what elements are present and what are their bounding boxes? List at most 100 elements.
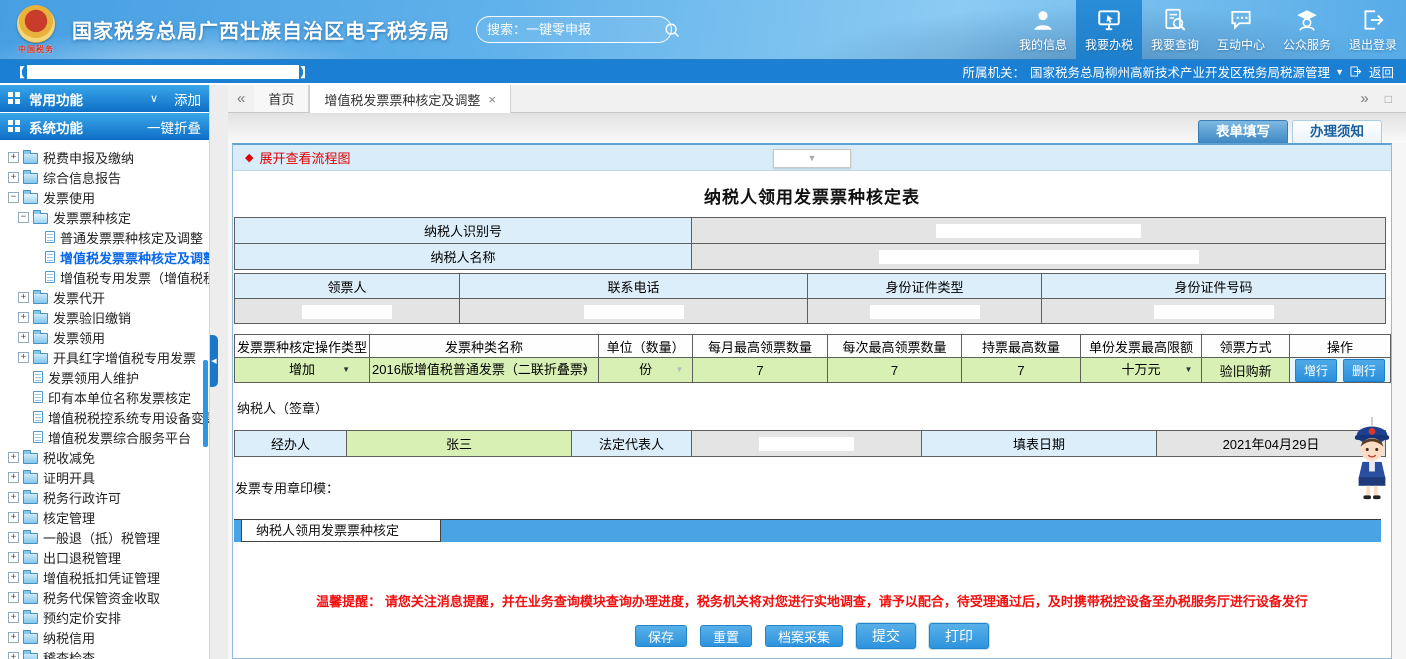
sidebar-item[interactable]: +综合信息报告 (0, 167, 209, 187)
invoice-cell[interactable]: 7 (962, 358, 1080, 383)
tab-form-fill[interactable]: 表单填写 (1198, 120, 1288, 143)
invoice-cell-select[interactable]: 份▼ (598, 358, 692, 383)
header-menu-public-service[interactable]: 公众服务 (1274, 0, 1340, 60)
search-input[interactable] (487, 22, 663, 37)
chevron-down-icon[interactable]: ∨ (150, 92, 158, 105)
chevron-down-icon[interactable]: ▼ (581, 358, 589, 382)
sidebar-item[interactable]: +增值税抵扣凭证管理 (0, 567, 209, 587)
return-icon[interactable] (1349, 65, 1362, 78)
tab-vat-invoice-type-adjust[interactable]: 增值税发票票种核定及调整 × (309, 85, 511, 113)
expand-icon[interactable]: + (8, 512, 19, 523)
sidebar-item[interactable]: +稽查检查 (0, 647, 209, 659)
sidebar-item[interactable]: +核定管理 (0, 507, 209, 527)
sidebar-item[interactable]: 普通发票票种核定及调整 (0, 227, 209, 247)
agency-dropdown-icon[interactable]: ▼ (1335, 67, 1344, 77)
sidebar-item[interactable]: +证明开具 (0, 467, 209, 487)
sidebar-scrollbar[interactable] (203, 360, 208, 447)
sidebar-section-common[interactable]: 常用功能 ∨ 添加 (0, 85, 209, 112)
header-menu-logout[interactable]: 退出登录 (1340, 0, 1406, 60)
expand-icon[interactable]: + (18, 312, 29, 323)
sidebar-section-system[interactable]: 系统功能 一键折叠 (0, 113, 209, 140)
search-icon[interactable] (663, 21, 681, 39)
agent-input[interactable]: 张三 (347, 431, 572, 457)
sidebar-item[interactable]: 增值税税控系统专用设备变更发行 (0, 407, 209, 427)
sidebar-item[interactable]: +税费申报及缴纳 (0, 147, 209, 167)
sidebar-item[interactable]: 发票领用人维护 (0, 367, 209, 387)
expand-icon[interactable]: + (8, 552, 19, 563)
expand-icon[interactable]: + (8, 652, 19, 659)
close-tab-icon[interactable]: × (488, 92, 496, 107)
chevron-down-icon[interactable]: ▼ (675, 358, 683, 382)
sidebar-item[interactable]: +发票验旧缴销 (0, 307, 209, 327)
sidebar-collapse-handle[interactable]: ◀ (210, 335, 218, 387)
invoice-cell[interactable]: 7 (693, 358, 828, 383)
archive-collect-button[interactable]: 档案采集 (765, 625, 843, 647)
reset-button[interactable]: 重置 (700, 625, 752, 647)
sidebar-item[interactable]: 增值税专用发票（增值税税控系 (0, 267, 209, 287)
return-button[interactable]: 返回 (1369, 62, 1394, 81)
invoice-cell[interactable]: 7 (827, 358, 962, 383)
expand-icon[interactable]: + (8, 452, 19, 463)
section-tab[interactable]: 纳税人领用发票票种核定 (241, 519, 441, 542)
search-box[interactable] (476, 16, 672, 43)
sidebar-item[interactable]: +纳税信用 (0, 627, 209, 647)
flow-collapse-button[interactable]: ▼ (773, 149, 851, 168)
expand-icon[interactable]: + (8, 612, 19, 623)
sidebar-item[interactable]: 增值税发票票种核定及调整 (0, 247, 209, 267)
expand-icon[interactable]: + (8, 492, 19, 503)
select-field[interactable]: 十万元▼ (1083, 358, 1200, 382)
add-row-button[interactable]: 增行 (1295, 359, 1337, 382)
select-field[interactable]: 份▼ (601, 358, 690, 382)
collapse-icon[interactable]: − (8, 192, 19, 203)
expand-icon[interactable]: + (18, 332, 29, 343)
sidebar-item[interactable]: +预约定价安排 (0, 607, 209, 627)
sidebar-item[interactable]: +税务代保管资金收取 (0, 587, 209, 607)
expand-icon[interactable]: + (8, 572, 19, 583)
select-field[interactable]: 增加▼ (237, 358, 367, 382)
invoice-cell[interactable]: 验旧购新 (1202, 358, 1289, 383)
sidebar-item[interactable]: 增值税发票综合服务平台 (0, 427, 209, 447)
sidebar-item[interactable]: −发票使用 (0, 187, 209, 207)
sidebar-item[interactable]: +税收减免 (0, 447, 209, 467)
sidebar-item[interactable]: 印有本单位名称发票核定 (0, 387, 209, 407)
header-menu-interaction-center[interactable]: 互动中心 (1208, 0, 1274, 60)
invoice-cell-select[interactable]: 2016版增值税普通发票（二联折叠票）▼ (370, 358, 599, 383)
expand-icon[interactable]: + (8, 592, 19, 603)
sidebar-item[interactable]: +发票领用 (0, 327, 209, 347)
sidebar-item[interactable]: +出口退税管理 (0, 547, 209, 567)
expand-icon[interactable]: + (8, 532, 19, 543)
header-menu-my-info[interactable]: 我的信息 (1010, 0, 1076, 60)
sidebar-item[interactable]: +发票代开 (0, 287, 209, 307)
tabs-scroll-right-icon[interactable]: » (1360, 85, 1368, 112)
taxpayer-id-label: 纳税人识别号 (235, 218, 692, 244)
select-field[interactable]: 2016版增值税普通发票（二联折叠票）▼ (372, 358, 596, 382)
expand-icon[interactable]: + (18, 352, 29, 363)
collapse-all-button[interactable]: 一键折叠 (147, 117, 201, 137)
expand-icon[interactable]: + (18, 292, 29, 303)
tab-home[interactable]: 首页 (254, 85, 309, 112)
print-button[interactable]: 打印 (929, 623, 989, 649)
sidebar-item[interactable]: +一般退（抵）税管理 (0, 527, 209, 547)
expand-icon[interactable]: + (8, 632, 19, 643)
chevron-down-icon[interactable]: ▼ (342, 358, 350, 382)
expand-icon[interactable]: + (8, 172, 19, 183)
invoice-cell-select[interactable]: 增加▼ (235, 358, 370, 383)
chevron-down-icon[interactable]: ▼ (1185, 358, 1193, 382)
collapse-icon[interactable]: − (18, 212, 29, 223)
sidebar-item[interactable]: +税务行政许可 (0, 487, 209, 507)
expand-icon[interactable]: + (8, 152, 19, 163)
flow-chart-link[interactable]: 展开查看流程图 (259, 148, 350, 167)
sidebar-item[interactable]: −发票票种核定 (0, 207, 209, 227)
tab-instructions[interactable]: 办理须知 (1292, 120, 1382, 143)
sidebar-item[interactable]: +开具红字增值税专用发票 (0, 347, 209, 367)
header-menu-my-query[interactable]: 我要查询 (1142, 0, 1208, 60)
tabs-scroll-left-icon[interactable]: « (228, 85, 254, 112)
invoice-cell-select[interactable]: 十万元▼ (1080, 358, 1202, 383)
delete-row-button[interactable]: 删行 (1343, 359, 1385, 382)
save-button[interactable]: 保存 (635, 625, 687, 647)
maximize-icon[interactable]: □ (1385, 92, 1392, 106)
expand-icon[interactable]: + (8, 472, 19, 483)
add-favorites-button[interactable]: 添加 (174, 89, 201, 109)
submit-button[interactable]: 提交 (856, 623, 916, 649)
header-menu-do-tax[interactable]: 我要办税 (1076, 0, 1142, 60)
